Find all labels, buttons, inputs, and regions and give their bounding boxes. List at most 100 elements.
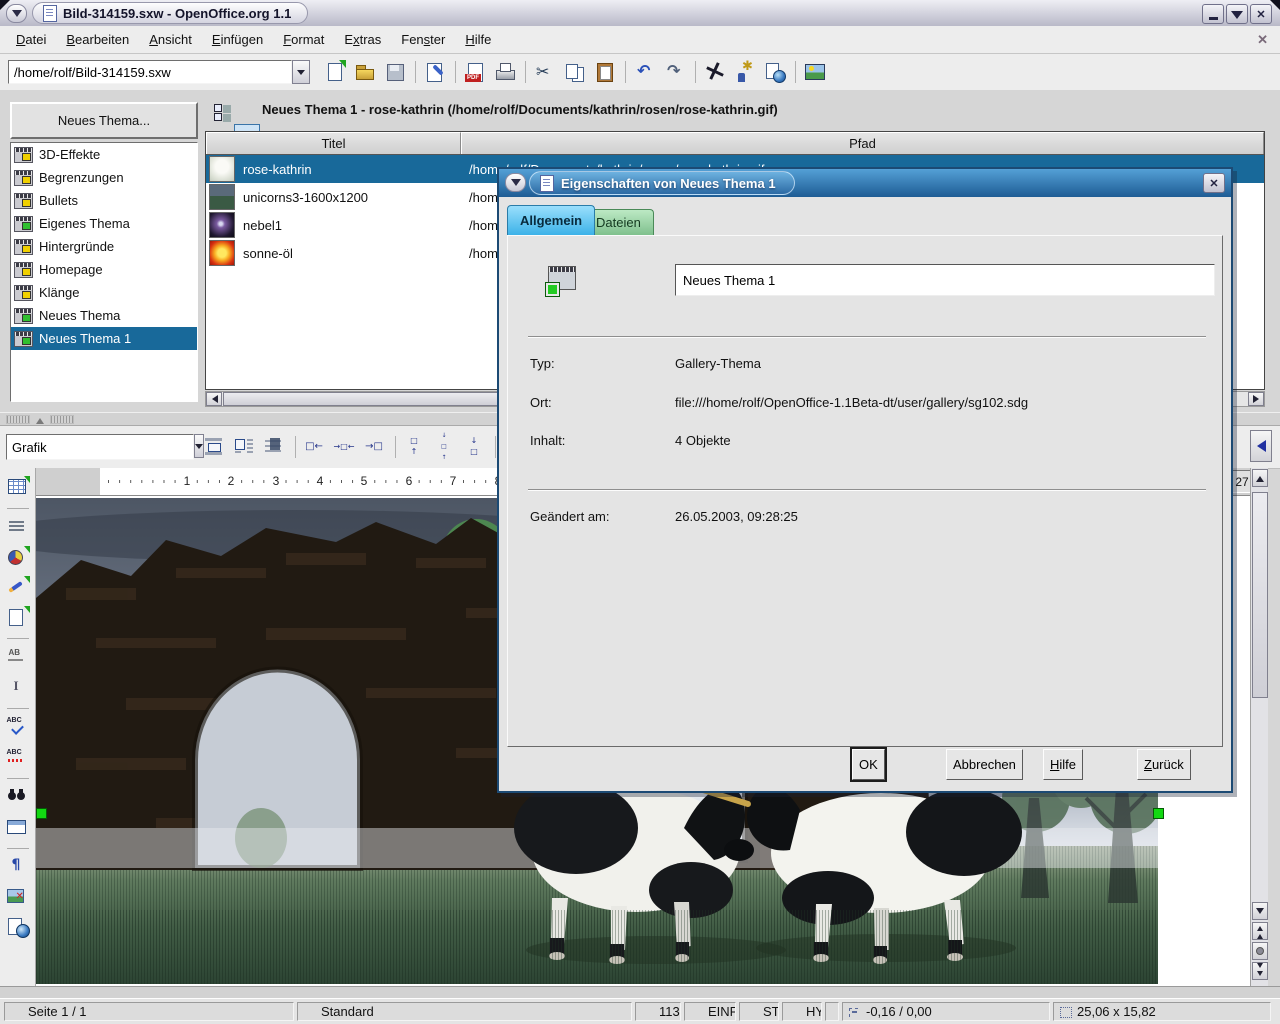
print-file-button[interactable] [491, 58, 519, 86]
gallery-theme-item[interactable]: Eigenes Thema [11, 212, 197, 235]
navigator-button[interactable] [701, 58, 729, 86]
selection-handle-left[interactable] [36, 808, 47, 819]
url-dropdown-icon[interactable] [292, 60, 310, 84]
statusbar-cell[interactable] [825, 1002, 839, 1021]
undo-button[interactable] [631, 58, 659, 86]
gallery-theme-item[interactable]: Neues Thema 1 [11, 327, 197, 350]
redo-button[interactable] [661, 58, 689, 86]
close-document-icon[interactable]: ✕ [1257, 32, 1268, 48]
tab-allgemein[interactable]: Allgemein [507, 205, 595, 235]
statusbar-cell[interactable]: HYP [782, 1002, 822, 1021]
selection-handle-right[interactable] [1153, 808, 1164, 819]
spellcheck-button[interactable] [4, 713, 32, 741]
dialog-button[interactable]: OK [852, 749, 885, 780]
auto-spellcheck-button[interactable] [4, 743, 32, 771]
data-sources-button[interactable] [4, 813, 32, 841]
direct-cursor-button[interactable] [4, 673, 32, 701]
window-titlebar[interactable]: Bild-314159.sxw - OpenOffice.org 1.1 ✕ [0, 0, 1280, 27]
close-button[interactable]: ✕ [1250, 4, 1272, 24]
style-input[interactable] [6, 434, 194, 460]
menu-item[interactable]: Hilfe [455, 28, 501, 51]
statusbar-cell[interactable]: 25,06 x 15,82 [1053, 1002, 1271, 1021]
gallery-theme-item[interactable]: Begrenzungen [11, 166, 197, 189]
insert-form-button[interactable] [4, 603, 32, 631]
wrap-none-button[interactable] [201, 433, 229, 461]
gallery-theme-list[interactable]: 3D-Effekte Begrenzungen Bullets Eigenes … [10, 142, 198, 402]
gallery-theme-item[interactable]: Homepage [11, 258, 197, 281]
draw-functions-button[interactable] [4, 573, 32, 601]
autopilot-button[interactable] [731, 58, 759, 86]
gallery-theme-item[interactable]: Hintergründe [11, 235, 197, 258]
dialog-shade-button[interactable] [505, 173, 526, 192]
statusbar-cell[interactable]: STD [739, 1002, 779, 1021]
dialog-button[interactable]: Zurück [1137, 749, 1191, 780]
autotext-button[interactable] [4, 643, 32, 671]
gallery-theme-item[interactable]: Neues Thema [11, 304, 197, 327]
vertical-scrollbar[interactable] [1250, 468, 1268, 986]
statusbar-cell[interactable]: Seite 1 / 1 [4, 1002, 294, 1021]
scroll-up-icon[interactable] [1252, 469, 1268, 487]
icon-view-button[interactable] [208, 98, 234, 124]
gallery-button[interactable] [801, 58, 829, 86]
find-replace-button[interactable] [4, 783, 32, 811]
insert-table-button[interactable] [4, 473, 32, 501]
align-left-button[interactable] [301, 433, 329, 461]
statusbar-cell[interactable]: 113% [635, 1002, 681, 1021]
wrap-page-button[interactable] [231, 433, 259, 461]
next-page-icon[interactable] [1252, 962, 1268, 980]
statusbar-cell[interactable]: -0,16 / 0,00 [842, 1002, 1050, 1021]
scroll-left-icon[interactable] [206, 392, 222, 406]
menu-item[interactable]: Ansicht [139, 28, 202, 51]
wrap-through-button[interactable] [261, 433, 289, 461]
paste-button[interactable] [591, 58, 619, 86]
menu-item[interactable]: Fenster [391, 28, 455, 51]
statusbar-cell[interactable]: EINFG [684, 1002, 736, 1021]
menu-item[interactable]: Extras [334, 28, 391, 51]
statusbar-cell[interactable]: Standard [297, 1002, 632, 1021]
maximize-button[interactable] [1226, 4, 1248, 24]
dialog-close-button[interactable]: ✕ [1203, 173, 1225, 193]
scroll-right-icon[interactable] [1248, 392, 1264, 406]
align-center-button[interactable] [331, 433, 359, 461]
field-row: Typ: Gallery-Thema [508, 356, 1222, 374]
gallery-theme-item[interactable]: Bullets [11, 189, 197, 212]
menu-item[interactable]: Bearbeiten [56, 28, 139, 51]
dialog-titlebar[interactable]: Eigenschaften von Neues Thema 1 ✕ [499, 169, 1231, 197]
insert-section-button[interactable] [4, 513, 32, 541]
column-header-pfad[interactable]: Pfad [461, 132, 1264, 154]
save-document-button[interactable] [381, 58, 409, 86]
align-right-button[interactable] [361, 433, 389, 461]
gallery-theme-item[interactable]: Klänge [11, 281, 197, 304]
align-bottom-button[interactable] [461, 433, 489, 461]
vscroll-thumb[interactable] [1252, 492, 1268, 698]
align-middle-button[interactable] [431, 433, 459, 461]
dialog-button[interactable]: Abbrechen [946, 749, 1023, 780]
align-top-button[interactable] [401, 433, 429, 461]
hide-panel-button[interactable] [1250, 430, 1272, 462]
new-document-button[interactable] [321, 58, 349, 86]
menu-item[interactable]: Format [273, 28, 334, 51]
theme-name-input[interactable] [675, 264, 1215, 296]
column-header-titel[interactable]: Titel [206, 132, 461, 154]
menu-item[interactable]: Einfügen [202, 28, 273, 51]
gallery-theme-item[interactable]: 3D-Effekte [11, 143, 197, 166]
open-document-button[interactable] [351, 58, 379, 86]
nonprinting-characters-button[interactable] [4, 853, 32, 881]
cut-button[interactable] [531, 58, 559, 86]
copy-button[interactable] [561, 58, 589, 86]
previous-page-icon[interactable] [1252, 922, 1268, 940]
insert-object-button[interactable] [4, 543, 32, 571]
edit-file-button[interactable] [421, 58, 449, 86]
window-shade-button[interactable] [6, 4, 27, 23]
navigation-dot-icon[interactable] [1252, 942, 1268, 960]
hyperlink-button[interactable] [761, 58, 789, 86]
scroll-down-icon[interactable] [1252, 902, 1268, 920]
online-layout-button[interactable] [4, 913, 32, 941]
menu-item[interactable]: Datei [6, 28, 56, 51]
minimize-button[interactable] [1202, 4, 1224, 24]
new-theme-button[interactable]: Neues Thema... [10, 102, 198, 139]
export-pdf-button[interactable] [461, 58, 489, 86]
dialog-button[interactable]: Hilfe [1043, 749, 1083, 780]
graphics-on-off-button[interactable] [4, 883, 32, 911]
url-input[interactable] [8, 60, 292, 84]
